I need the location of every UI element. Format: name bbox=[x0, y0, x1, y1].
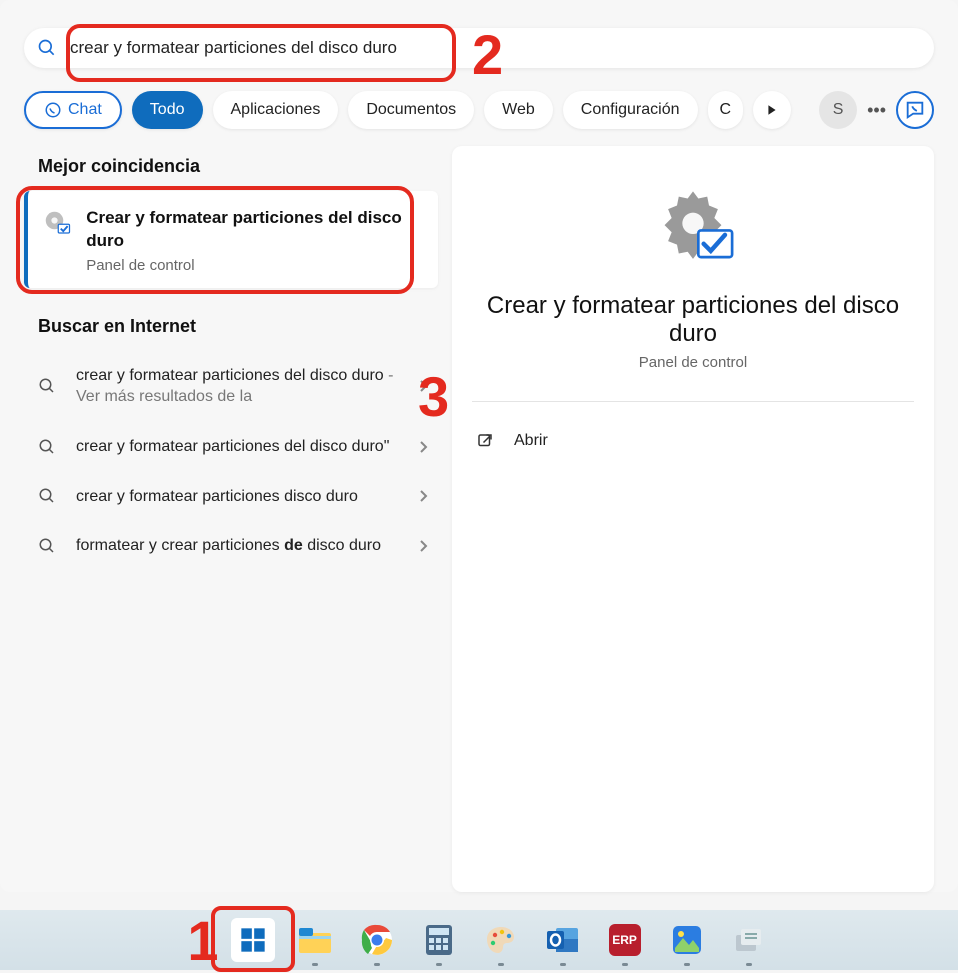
start-button[interactable] bbox=[231, 918, 275, 962]
search-icon bbox=[34, 537, 60, 555]
chevron-right-icon bbox=[418, 489, 428, 503]
tab-todo[interactable]: Todo bbox=[132, 91, 203, 129]
chevron-right-icon bbox=[418, 539, 428, 553]
filter-row: Chat Todo Aplicaciones Documentos Web Co… bbox=[24, 90, 934, 130]
annotation-2: 2 bbox=[472, 22, 503, 87]
tab-documentos[interactable]: Documentos bbox=[348, 91, 474, 129]
web-result-text: formatear y crear particiones de disco d… bbox=[76, 535, 402, 557]
best-match-header: Mejor coincidencia bbox=[38, 156, 438, 177]
internet-header: Buscar en Internet bbox=[38, 316, 438, 337]
start-search-window: 2 Chat Todo Aplicaciones Documentos Web … bbox=[0, 0, 958, 892]
annotation-3: 3 bbox=[418, 364, 449, 429]
web-result-3[interactable]: formatear y crear particiones de disco d… bbox=[24, 521, 438, 571]
preview-panel: Crear y formatear particiones del disco … bbox=[452, 146, 934, 892]
search-icon bbox=[34, 487, 60, 505]
web-result-1[interactable]: crear y formatear particiones del disco … bbox=[24, 422, 438, 472]
taskbar-erp[interactable]: ERP bbox=[603, 918, 647, 962]
open-action[interactable]: Abrir bbox=[452, 432, 934, 450]
search-icon bbox=[34, 377, 60, 395]
web-result-2[interactable]: crear y formatear particiones disco duro bbox=[24, 472, 438, 522]
divider bbox=[472, 401, 914, 402]
taskbar-other[interactable] bbox=[727, 918, 771, 962]
best-match-subtitle: Panel de control bbox=[86, 257, 424, 274]
tab-configuracion[interactable]: Configuración bbox=[563, 91, 698, 129]
web-result-text: crear y formatear particiones disco duro bbox=[76, 486, 402, 508]
tab-more-cut[interactable]: C bbox=[708, 91, 744, 129]
gear-check-icon-large bbox=[452, 186, 934, 266]
best-match-title: Crear y formatear particiones del disco … bbox=[86, 207, 424, 253]
tab-web[interactable]: Web bbox=[484, 91, 553, 129]
results-left-panel: Mejor coincidencia Crear y formatear par… bbox=[24, 146, 438, 892]
taskbar-chrome[interactable] bbox=[355, 918, 399, 962]
open-icon bbox=[476, 432, 494, 450]
preview-subtitle: Panel de control bbox=[452, 354, 934, 371]
taskbar-explorer[interactable] bbox=[293, 918, 337, 962]
tab-aplicaciones[interactable]: Aplicaciones bbox=[213, 91, 339, 129]
scroll-right-button[interactable] bbox=[753, 91, 791, 129]
chat-label: Chat bbox=[68, 101, 102, 119]
best-match-result[interactable]: Crear y formatear particiones del disco … bbox=[24, 191, 438, 288]
web-result-text: crear y formatear particiones del disco … bbox=[76, 436, 402, 458]
open-label: Abrir bbox=[514, 432, 548, 450]
web-result-0[interactable]: crear y formatear particiones del disco … bbox=[24, 351, 438, 422]
annotation-1: 1 bbox=[187, 908, 218, 973]
chevron-right-icon bbox=[418, 440, 428, 454]
bing-chat-icon[interactable] bbox=[896, 91, 934, 129]
taskbar: 1 bbox=[0, 910, 958, 970]
chat-pill[interactable]: Chat bbox=[24, 91, 122, 129]
user-avatar[interactable]: S bbox=[819, 91, 857, 129]
taskbar-calculator[interactable] bbox=[417, 918, 461, 962]
search-icon bbox=[24, 38, 70, 58]
taskbar-outlook[interactable] bbox=[541, 918, 585, 962]
preview-title: Crear y formatear particiones del disco … bbox=[452, 292, 934, 348]
taskbar-photos[interactable] bbox=[665, 918, 709, 962]
taskbar-paint[interactable] bbox=[479, 918, 523, 962]
web-result-text: crear y formatear particiones del disco … bbox=[76, 365, 402, 408]
gear-check-icon bbox=[42, 207, 72, 239]
more-menu[interactable]: ••• bbox=[867, 100, 886, 121]
search-icon bbox=[34, 438, 60, 456]
